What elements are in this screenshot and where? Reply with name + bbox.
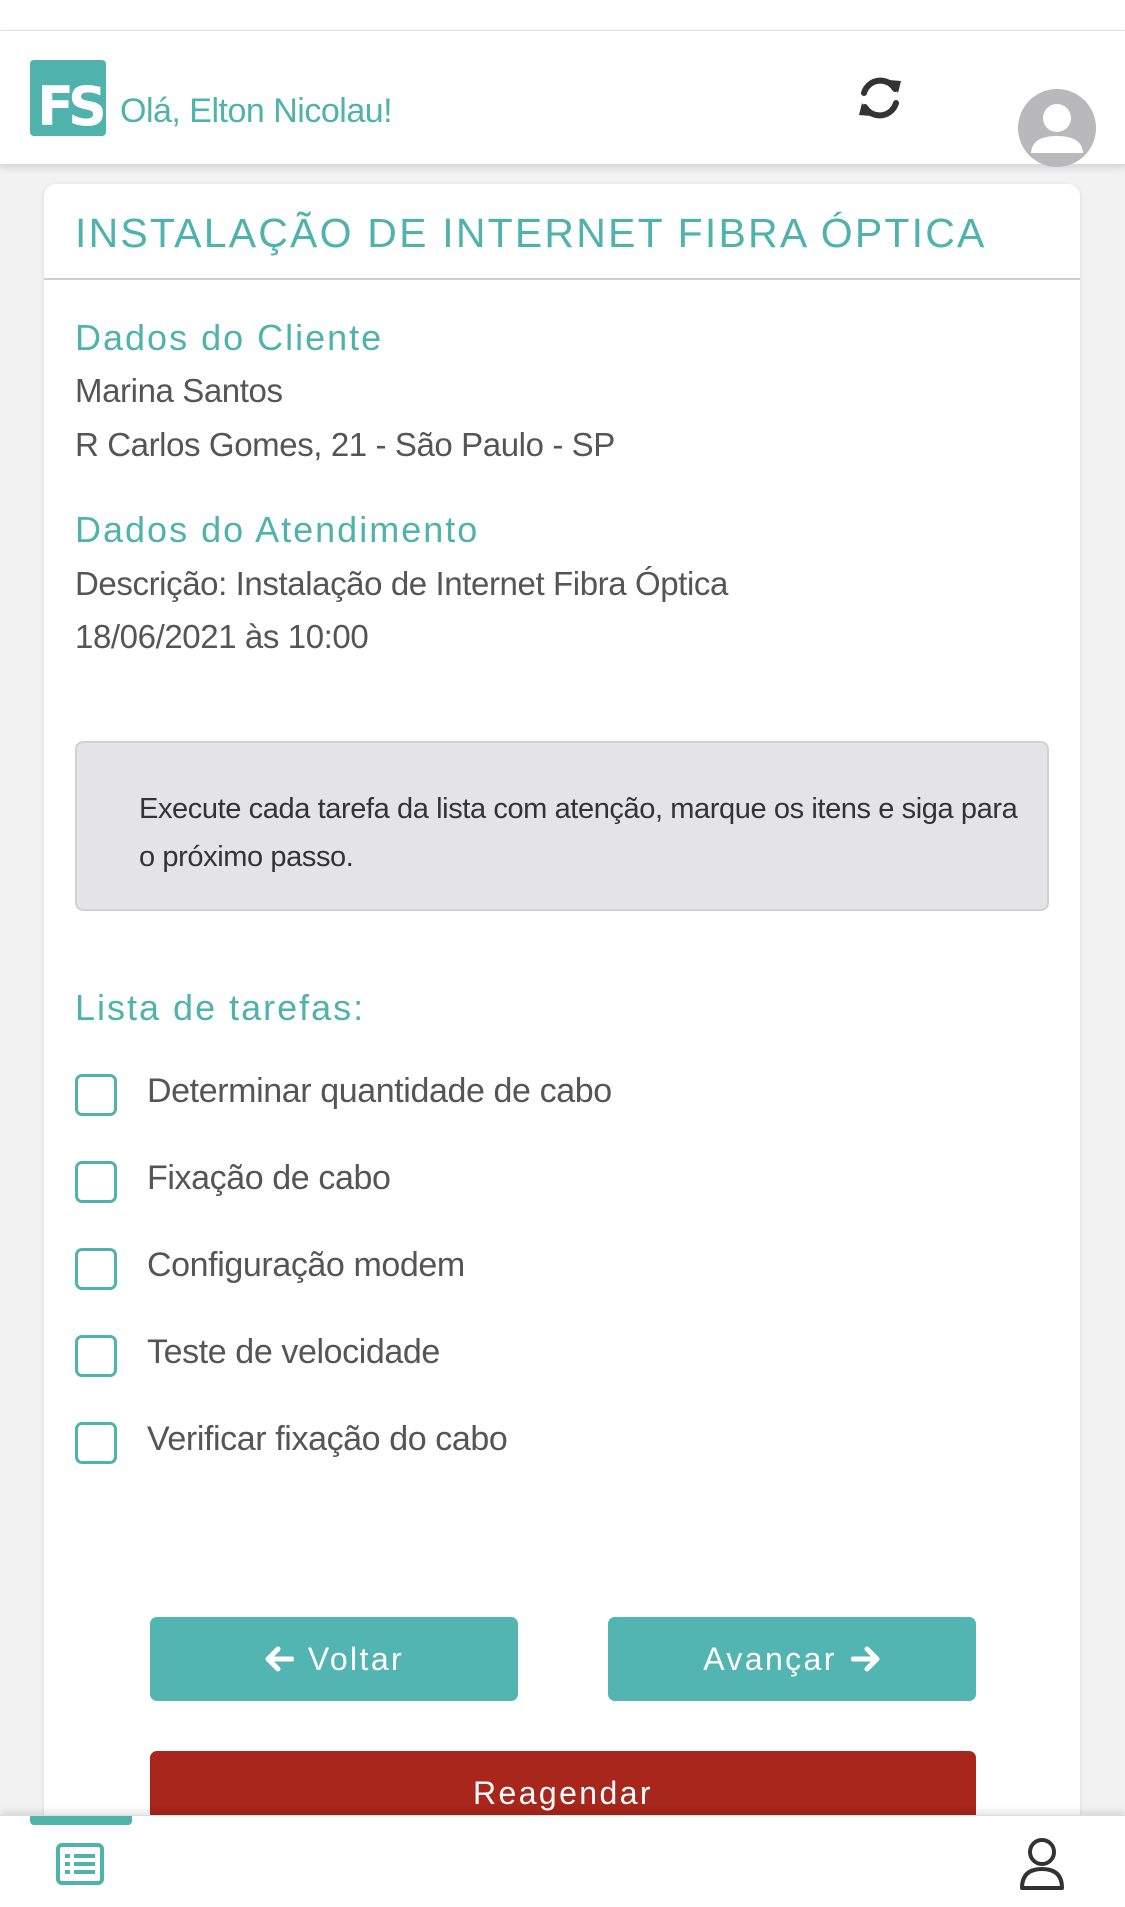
- service-section-title: Dados do Atendimento: [75, 509, 480, 550]
- task-checkbox[interactable]: [75, 1161, 117, 1203]
- arrow-left-icon: [265, 1646, 294, 1672]
- tab-profile[interactable]: [1017, 1836, 1067, 1892]
- task-label: Configuração modem: [147, 1246, 465, 1284]
- refresh-button[interactable]: [850, 68, 910, 128]
- next-button-label: Avançar: [703, 1640, 837, 1677]
- task-item[interactable]: Verificar fixação do cabo: [75, 1420, 975, 1467]
- next-button[interactable]: Avançar: [608, 1617, 976, 1701]
- service-description: Descrição: Instalação de Internet Fibra …: [75, 565, 728, 602]
- task-list-title: Lista de tarefas:: [75, 987, 366, 1028]
- task-checkbox[interactable]: [75, 1422, 117, 1464]
- task-checkbox[interactable]: [75, 1248, 117, 1290]
- service-datetime: 18/06/2021 às 10:00: [75, 618, 369, 655]
- logo-text: FS: [37, 75, 106, 136]
- task-item[interactable]: Determinar quantidade de cabo: [75, 1072, 975, 1119]
- task-item[interactable]: Configuração modem: [75, 1246, 975, 1293]
- reschedule-button-label: Reagendar: [473, 1775, 653, 1811]
- task-label: Teste de velocidade: [147, 1333, 440, 1371]
- task-item[interactable]: Fixação de cabo: [75, 1159, 975, 1206]
- task-label: Verificar fixação do cabo: [147, 1420, 508, 1458]
- refresh-icon: [859, 77, 901, 119]
- task-checkbox[interactable]: [75, 1074, 117, 1116]
- client-name: Marina Santos: [75, 372, 283, 409]
- task-label: Determinar quantidade de cabo: [147, 1072, 612, 1110]
- app-header: FS Olá, Elton Nicolau!: [0, 31, 1125, 167]
- client-section-title: Dados do Cliente: [75, 317, 384, 358]
- tab-tasks[interactable]: [55, 1842, 105, 1886]
- list-icon: [56, 1843, 104, 1885]
- notice-text: Execute cada tarefa da lista com atenção…: [139, 793, 1018, 873]
- user-avatar-icon: [1031, 104, 1083, 153]
- instruction-notice: Execute cada tarefa da lista com atenção…: [75, 741, 1049, 911]
- task-label: Fixação de cabo: [147, 1159, 391, 1197]
- status-bar: [0, 0, 1125, 31]
- bottom-tab-bar: [0, 1815, 1125, 1907]
- work-order-card: INSTALAÇÃO DE INTERNET FIBRA ÓPTICA Dado…: [44, 184, 1080, 1844]
- task-checkbox[interactable]: [75, 1335, 117, 1377]
- task-item[interactable]: Teste de velocidade: [75, 1333, 975, 1380]
- back-button-label: Voltar: [307, 1640, 405, 1677]
- app-logo: FS: [30, 60, 106, 136]
- arrow-right-icon: [850, 1646, 880, 1672]
- avatar[interactable]: [1018, 89, 1096, 167]
- active-tab-indicator: [30, 1816, 132, 1825]
- greeting-text: Olá, Elton Nicolau!: [120, 92, 393, 130]
- client-address: R Carlos Gomes, 21 - São Paulo - SP: [75, 426, 615, 463]
- title-divider: [44, 278, 1080, 280]
- back-button[interactable]: Voltar: [150, 1617, 518, 1701]
- user-icon: [1020, 1838, 1064, 1890]
- page-title: INSTALAÇÃO DE INTERNET FIBRA ÓPTICA: [75, 210, 987, 256]
